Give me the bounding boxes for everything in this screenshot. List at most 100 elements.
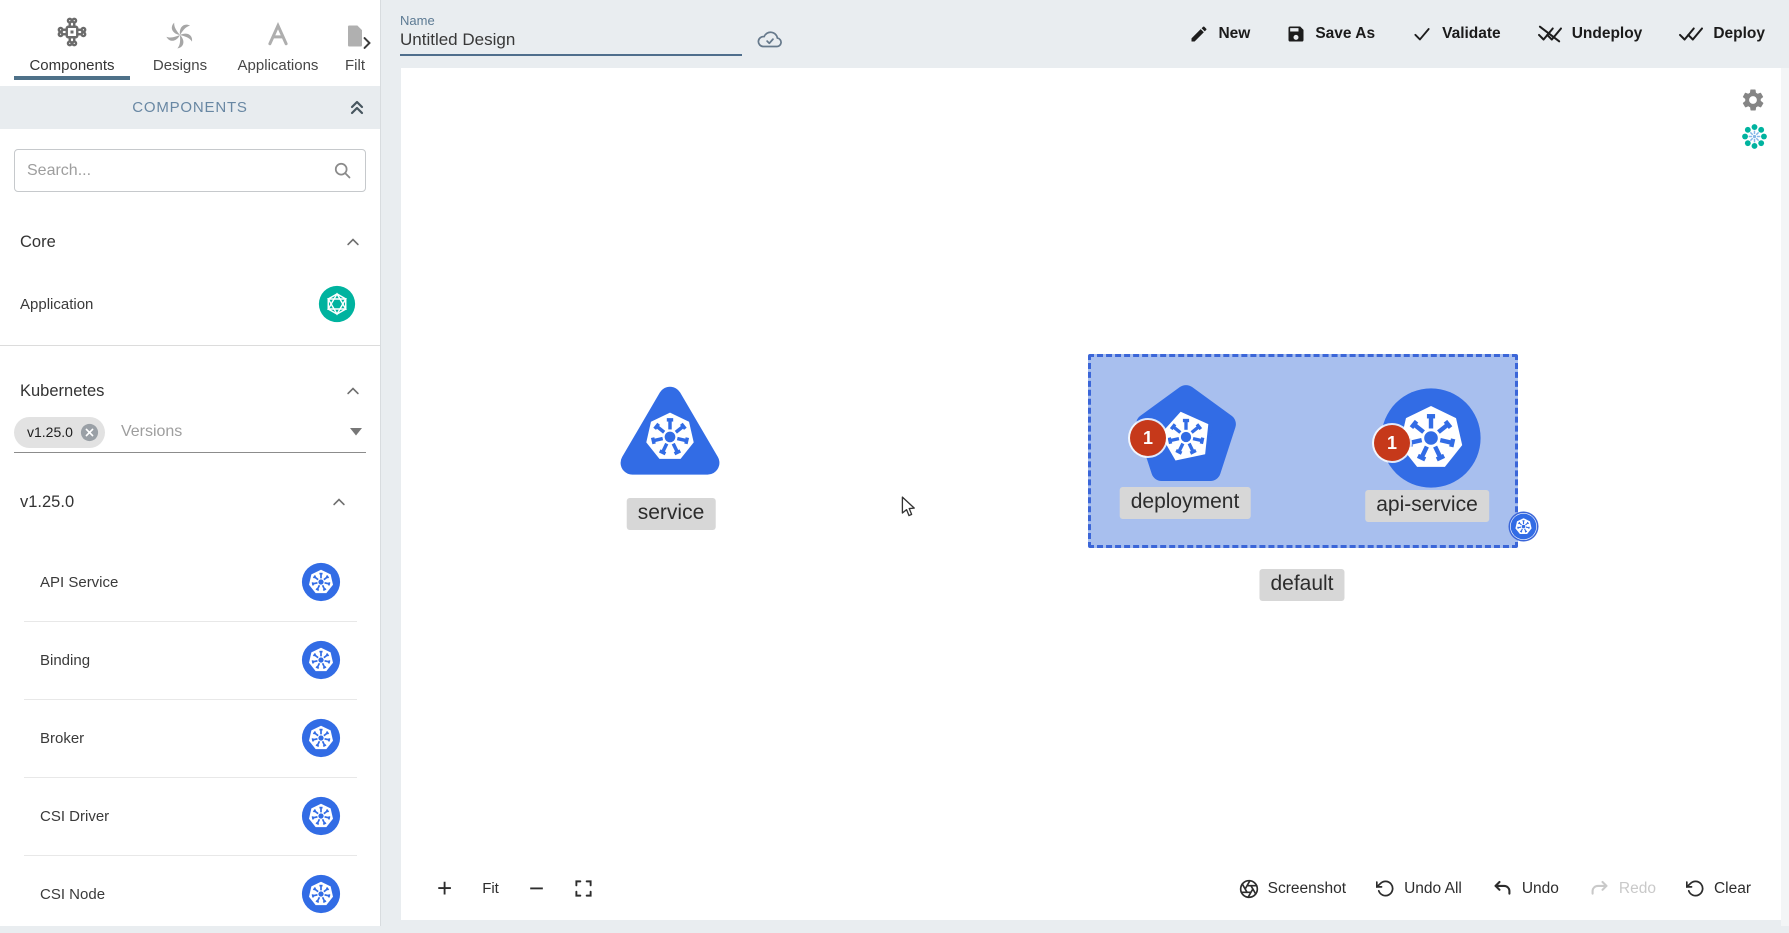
zoom-out-button[interactable]: − [529,873,544,904]
design-workspace: Name New Save As Validate [382,0,1789,926]
component-label: CSI Driver [40,808,109,825]
redo-icon [1589,879,1610,898]
save-as-button[interactable]: Save As [1286,24,1375,44]
save-icon [1286,24,1306,44]
panel-title: COMPONENTS [132,99,248,116]
tab-label: Designs [153,57,207,74]
remove-version-icon[interactable] [79,422,100,443]
component-item-broker[interactable]: Broker [0,699,380,777]
zoom-in-button[interactable]: + [437,873,452,904]
chevron-right-icon [358,34,376,52]
node-label-service[interactable]: service [627,498,716,530]
node-label-default[interactable]: default [1259,569,1344,601]
sidebar-tabbar: Components Designs App [0,0,380,86]
group-kubernetes-handle-icon[interactable] [1510,513,1537,540]
section-title: v1.25.0 [20,493,74,512]
section-core-header[interactable]: Core [0,224,380,260]
tab-designs[interactable]: Designs [138,0,222,86]
versions-placeholder: Versions [121,423,182,441]
fullscreen-button[interactable] [574,879,593,898]
button-label: Undo All [1404,880,1462,898]
tab-label: Filt [345,57,365,74]
component-item-csi-node[interactable]: CSI Node [0,855,380,933]
components-sidebar: Components Designs App [0,0,381,926]
select-underline [14,452,366,453]
component-label: CSI Node [40,886,105,903]
screenshot-button[interactable]: Screenshot [1239,879,1346,899]
meshery-kubernetes-icon[interactable] [1741,123,1768,150]
button-label: Clear [1714,880,1751,898]
deploy-button[interactable]: Deploy [1678,23,1765,45]
components-panel-header: COMPONENTS [0,86,380,129]
component-item-binding[interactable]: Binding [0,621,380,699]
kubernetes-icon [301,874,341,914]
shutter-icon [1239,879,1259,899]
name-label: Name [400,13,742,28]
design-canvas[interactable]: service 1 deployment 1 api-service defau… [401,68,1781,920]
undo-all-button[interactable]: Undo All [1376,879,1462,898]
button-label: Undeploy [1572,25,1643,43]
version-chip-label: v1.25.0 [27,424,73,440]
component-item-csi-driver[interactable]: CSI Driver [0,777,380,855]
applications-icon [263,20,293,50]
node-label-deployment[interactable]: deployment [1120,487,1251,519]
component-label: API Service [40,574,118,591]
kubernetes-icon [301,562,341,602]
chevron-up-icon [344,233,362,251]
search-input[interactable] [27,162,332,180]
zoom-controls: + Fit − [437,873,593,904]
button-label: Undo [1522,880,1559,898]
undeploy-button[interactable]: Undeploy [1537,23,1643,45]
clear-button[interactable]: Clear [1686,879,1751,898]
component-item-api-service[interactable]: API Service [0,543,380,621]
undeploy-icon [1537,23,1563,45]
node-service[interactable] [619,382,721,484]
check-icon [1411,24,1433,44]
component-label: Broker [40,730,84,747]
section-version-header[interactable]: v1.25.0 [0,484,380,520]
search-icon[interactable] [332,160,353,181]
rotate-ccw-icon [1376,879,1395,898]
redo-button[interactable]: Redo [1589,879,1656,898]
button-label: Deploy [1713,25,1765,43]
gear-icon[interactable] [1740,87,1766,113]
tab-overflow-chevron[interactable] [358,34,376,55]
tab-label: Applications [238,57,319,74]
component-label: Application [20,296,93,313]
design-name-input[interactable] [400,30,742,50]
canvas-toolbar: + Fit − Screenshot [437,873,1751,904]
divider [0,345,380,346]
design-name-field: Name [400,13,742,56]
components-icon [54,14,90,50]
button-label: Save As [1315,25,1375,43]
chevron-up-icon [330,493,348,511]
design-topbar: Name New Save As Validate [382,0,1789,68]
kubernetes-icon [301,640,341,680]
section-kubernetes-header[interactable]: Kubernetes [0,373,380,409]
component-item-application[interactable]: Application [0,282,380,326]
validate-button[interactable]: Validate [1411,24,1501,44]
section-title: Core [20,233,56,252]
new-button[interactable]: New [1189,24,1250,44]
undo-button[interactable]: Undo [1492,879,1559,898]
node-label-api-service[interactable]: api-service [1365,490,1489,522]
search-box [14,149,366,192]
fullscreen-icon [574,879,593,898]
button-label: Redo [1619,880,1656,898]
versions-select[interactable]: v1.25.0 Versions [14,414,366,450]
button-label: Screenshot [1268,880,1346,898]
cloud-check-icon [755,26,785,52]
button-label: Validate [1442,25,1501,43]
rotate-ccw-icon [1686,879,1705,898]
topbar-actions: New Save As Validate Undeploy [1189,23,1789,45]
tab-applications[interactable]: Applications [222,0,334,86]
button-label: New [1218,25,1250,43]
pencil-icon [1189,24,1209,44]
canvas-scrollbar[interactable] [1781,68,1789,926]
caret-down-icon[interactable] [350,428,362,436]
collapse-panel-icon[interactable] [346,96,368,118]
tab-components[interactable]: Components [6,0,138,86]
fit-button[interactable]: Fit [482,880,499,897]
chevron-up-icon [344,382,362,400]
undo-icon [1492,879,1513,898]
